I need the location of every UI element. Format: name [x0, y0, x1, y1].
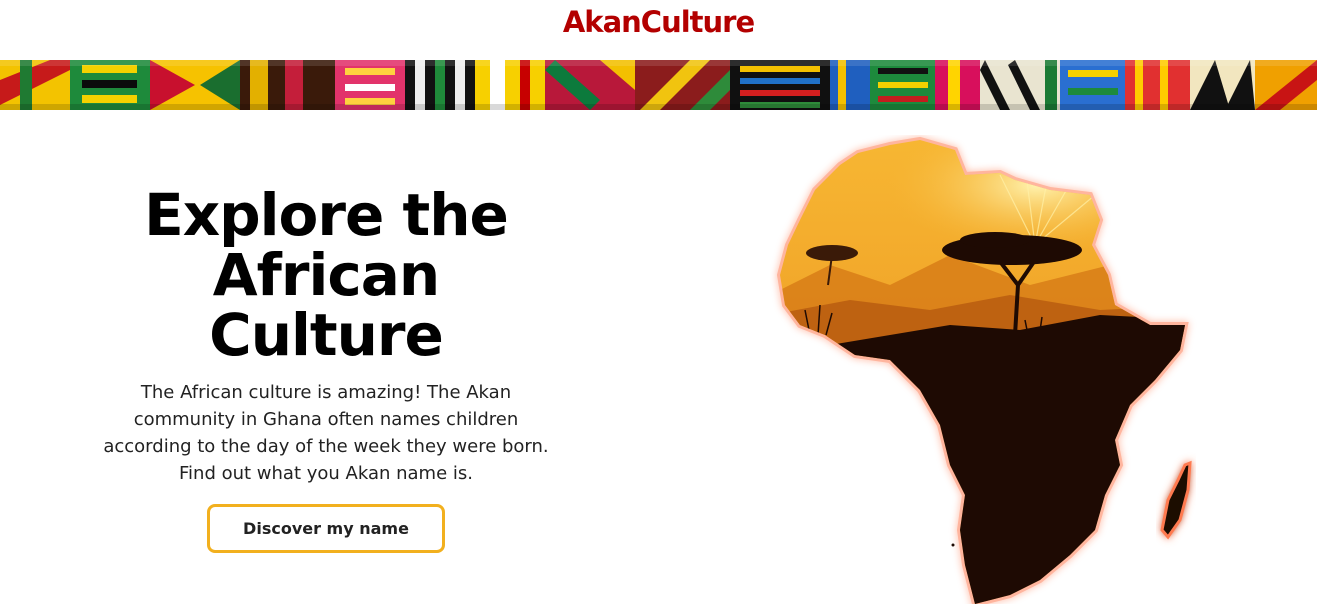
hero-description: The African culture is amazing! The Akan…	[103, 382, 549, 484]
discover-name-button[interactable]: Discover my name	[207, 504, 445, 553]
hero-title-line1: Explore the	[144, 181, 509, 249]
site-header: AkanCulture	[0, 0, 1317, 60]
hero-section: Explore the African Culture The African …	[95, 185, 557, 553]
africa-map-illustration	[770, 135, 1200, 604]
kente-cloth-banner	[0, 60, 1317, 110]
kente-pattern-image	[0, 60, 1317, 110]
brand-logo-link[interactable]: AkanCulture	[563, 5, 755, 39]
hero-title-line2: African Culture	[209, 241, 444, 369]
hero-title: Explore the African Culture	[95, 185, 557, 365]
